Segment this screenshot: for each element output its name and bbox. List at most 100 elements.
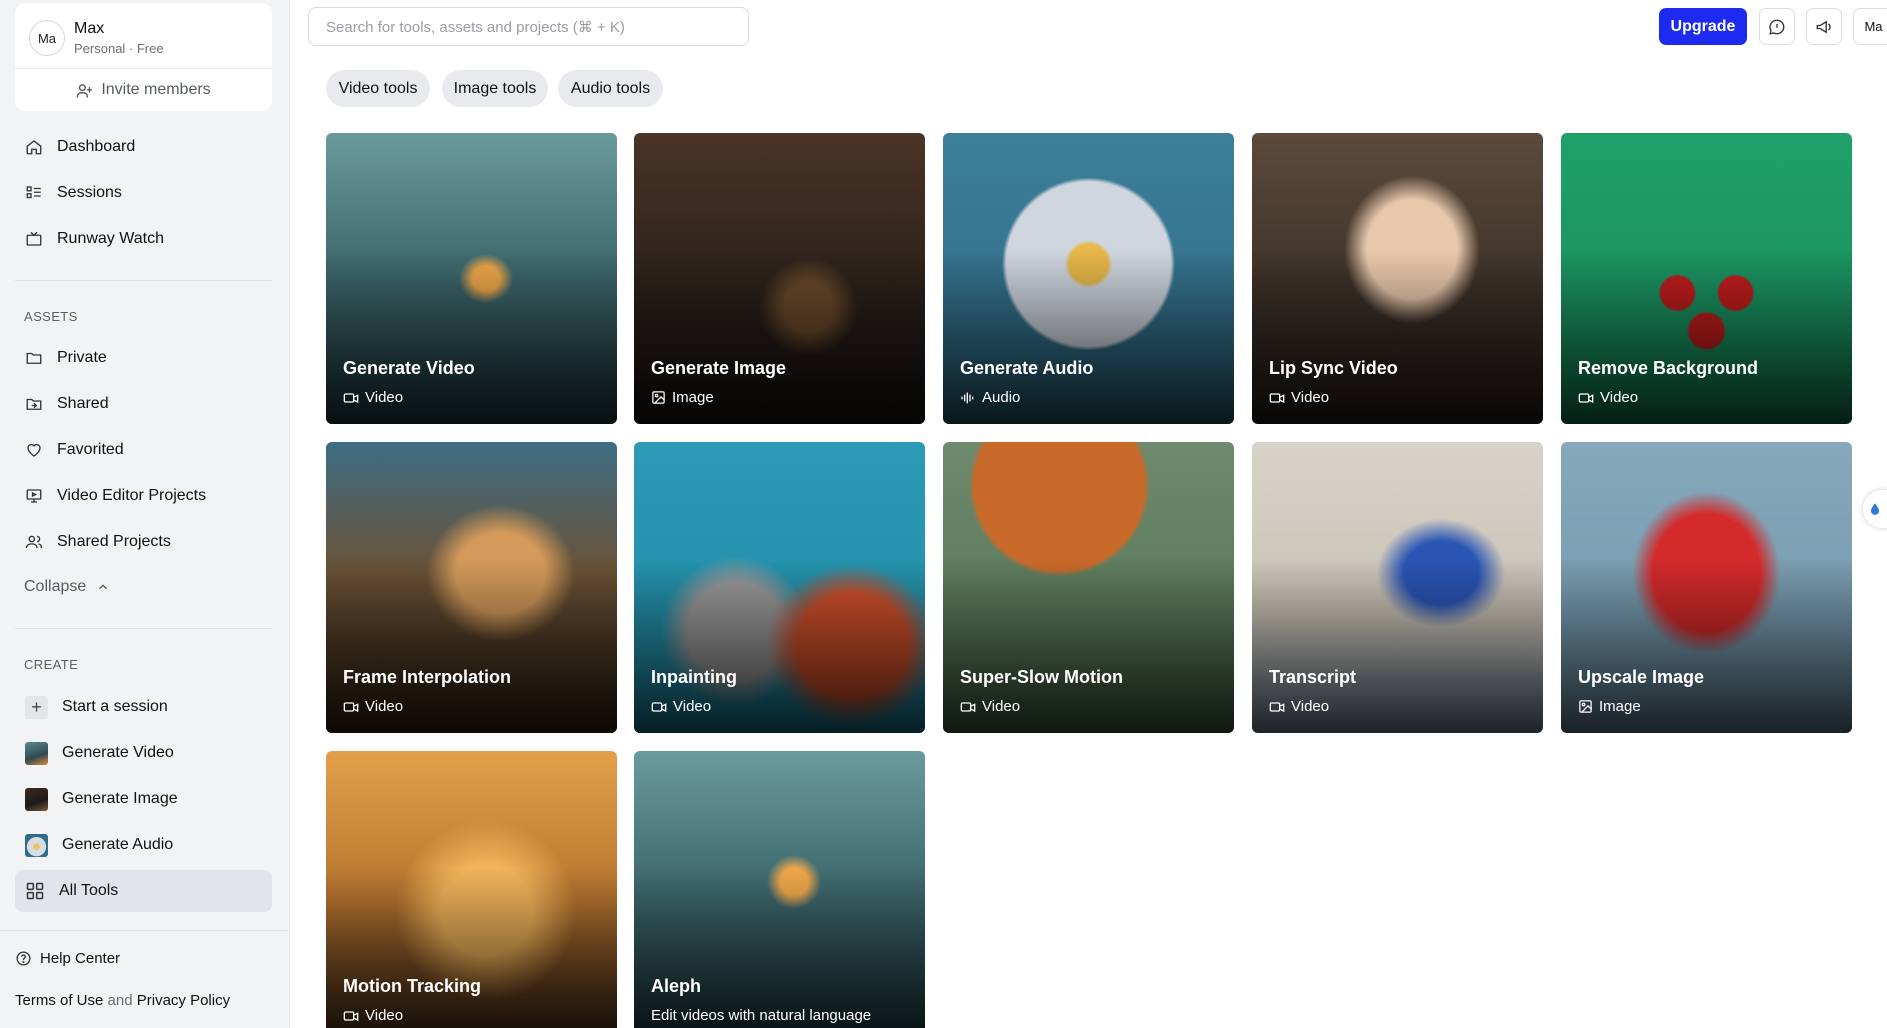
tool-card[interactable]: Upscale Image Image: [1561, 442, 1852, 733]
sidebar-item-private[interactable]: Private: [15, 337, 272, 379]
sidebar-item-video-editor-projects[interactable]: Video Editor Projects: [15, 475, 272, 517]
sidebar-item-label: Private: [57, 349, 107, 366]
tool-card[interactable]: Motion Tracking Video: [326, 751, 617, 1028]
upgrade-button[interactable]: Upgrade: [1659, 8, 1747, 45]
sidebar: Ma Max Personal · Free Invite members Da…: [0, 0, 290, 1028]
sidebar-item-shared-projects[interactable]: Shared Projects: [15, 521, 272, 563]
heart-icon: [27, 443, 41, 457]
help-center-label: Help Center: [40, 950, 121, 967]
invite-members-label: Invite members: [101, 81, 211, 98]
tool-card-type-label: Video: [982, 698, 1021, 715]
privacy-policy-link[interactable]: Privacy Policy: [137, 992, 230, 1009]
add-user-icon: [77, 83, 93, 98]
search-placeholder: Search for tools, assets and projects (⌘…: [326, 18, 625, 36]
sidebar-item-generate-image[interactable]: Generate Image: [15, 778, 272, 820]
filter-video-tools[interactable]: Video tools: [326, 70, 430, 107]
divider: [15, 280, 272, 281]
invite-members-button[interactable]: Invite members: [15, 69, 272, 111]
account-name: Max: [74, 20, 105, 37]
tool-card[interactable]: Generate Image Image: [634, 133, 925, 424]
sidebar-item-runway-watch[interactable]: Runway Watch: [15, 218, 272, 260]
filter-image-tools[interactable]: Image tools: [442, 70, 548, 107]
video-icon: [343, 1010, 359, 1021]
tool-card[interactable]: Inpainting Video: [634, 442, 925, 733]
tool-card[interactable]: Super-Slow Motion Video: [943, 442, 1234, 733]
user-menu-button[interactable]: Ma: [1853, 8, 1887, 45]
tool-card-title: Motion Tracking: [343, 976, 482, 996]
filter-audio-tools[interactable]: Audio tools: [558, 70, 663, 107]
tool-card-title: Super-Slow Motion: [960, 667, 1123, 687]
tool-card-overlay: [326, 867, 617, 1028]
feedback-button[interactable]: [1759, 8, 1795, 45]
tool-card-title: Transcript: [1269, 667, 1357, 687]
assets-section-label: ASSETS: [24, 309, 78, 324]
sidebar-item-label: Shared: [57, 395, 109, 412]
video-icon: [1578, 392, 1594, 403]
tool-card-overlay: [634, 867, 925, 1028]
tool-card[interactable]: Frame Interpolation Video: [326, 442, 617, 733]
tool-card-type-label: Video: [1291, 389, 1330, 406]
sidebar-item-label: Generate Video: [62, 744, 174, 761]
tool-card[interactable]: Lip Sync Video Video: [1252, 133, 1543, 424]
video-icon: [960, 701, 976, 712]
sidebar-item-favorited[interactable]: Favorited: [15, 429, 272, 471]
sidebar-item-label: Generate Image: [62, 790, 178, 807]
megaphone-icon: [1816, 20, 1831, 33]
terms-of-use-link[interactable]: Terms of Use: [15, 992, 103, 1009]
sidebar-item-start-session[interactable]: + Start a session: [15, 686, 272, 728]
sidebar-item-all-tools[interactable]: All Tools: [15, 870, 272, 912]
tool-card[interactable]: Generate Video Video: [326, 133, 617, 424]
tool-card[interactable]: Remove Background Video: [1561, 133, 1852, 424]
tool-card-type-label: Image: [1599, 698, 1641, 715]
tool-card-type-label: Video: [1291, 698, 1330, 715]
help-icon: [16, 951, 31, 966]
tool-card-type: Video: [651, 698, 711, 715]
sidebar-item-label: Start a session: [62, 698, 168, 715]
sidebar-item-generate-audio[interactable]: Generate Audio: [15, 824, 272, 866]
tool-card[interactable]: Generate Audio Audio: [943, 133, 1234, 424]
account-plan: Personal · Free: [74, 41, 164, 56]
folder-icon: [26, 352, 42, 364]
drop-icon: [1870, 503, 1880, 515]
tool-card-title: Inpainting: [651, 667, 737, 687]
video-icon: [1269, 701, 1285, 712]
tool-card-type-label: Video: [673, 698, 712, 715]
sidebar-item-sessions[interactable]: Sessions: [15, 172, 272, 214]
sidebar-item-dashboard[interactable]: Dashboard: [15, 126, 272, 168]
tool-card-type: Video: [1269, 698, 1329, 715]
sidebar-item-label: Favorited: [57, 441, 124, 458]
video-thumb-icon: [25, 741, 48, 765]
tool-card-title: Aleph: [651, 976, 702, 996]
video-icon: [343, 392, 359, 403]
collapse-button[interactable]: Collapse: [24, 578, 110, 596]
tool-card-type-label: Video: [1600, 389, 1639, 406]
tool-card-type: Image: [1578, 698, 1641, 715]
sidebar-item-generate-video[interactable]: Generate Video: [15, 732, 272, 774]
tool-card-type: Video: [343, 389, 403, 406]
help-center-link[interactable]: Help Center: [15, 950, 120, 967]
search-input[interactable]: Search for tools, assets and projects (⌘…: [308, 7, 749, 46]
account-switcher[interactable]: Ma Max Personal · Free: [15, 3, 272, 69]
tool-card-title: Generate Audio: [960, 358, 1094, 378]
sidebar-item-label: Shared Projects: [57, 533, 171, 550]
announcements-button[interactable]: [1806, 8, 1842, 45]
tool-card-type: Audio: [960, 389, 1020, 406]
tool-card[interactable]: Transcript Video: [1252, 442, 1543, 733]
tool-card-title: Remove Background: [1578, 358, 1759, 378]
image-thumb-icon: [25, 787, 48, 811]
tool-card-type: Edit videos with natural language: [651, 1007, 871, 1024]
assistant-tab[interactable]: [1863, 490, 1887, 528]
tool-card[interactable]: Aleph Edit videos with natural language: [634, 751, 925, 1028]
list-icon: [26, 186, 41, 199]
tool-card-title: Lip Sync Video: [1269, 358, 1398, 378]
tool-card-type: Image: [651, 389, 714, 406]
and-text: and: [107, 992, 133, 1009]
image-icon: [1579, 700, 1592, 713]
tool-card-title: Upscale Image: [1578, 667, 1705, 687]
sidebar-item-shared[interactable]: Shared: [15, 383, 272, 425]
legal-links: Terms of Use and Privacy Policy: [15, 992, 230, 1009]
shared-folder-icon: [26, 398, 42, 410]
tool-card-type-label: Video: [365, 389, 404, 406]
tool-card-title: Generate Image: [651, 358, 787, 378]
audio-waveform-icon: [961, 392, 974, 403]
